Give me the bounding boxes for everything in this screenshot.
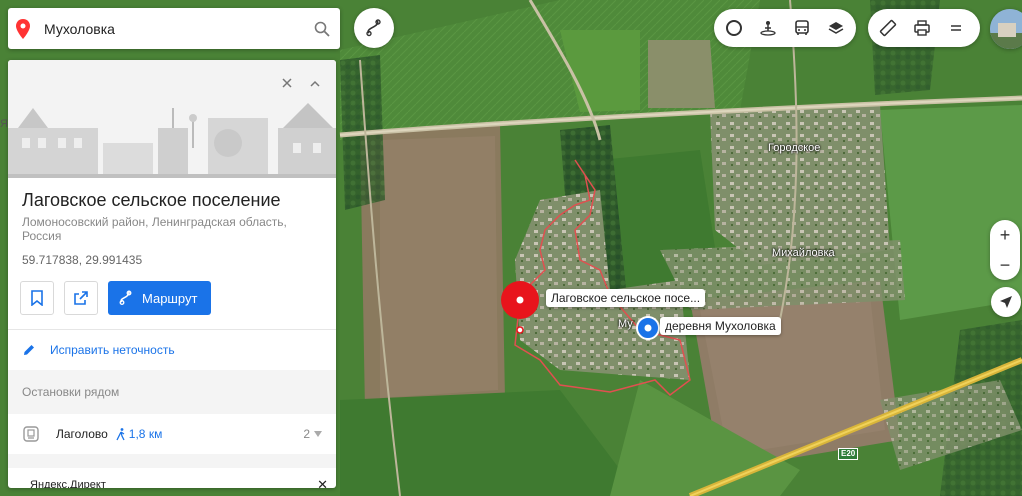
tools-toolbar <box>868 9 980 47</box>
stop-item[interactable]: Лаголово 1,8 км 2 <box>8 414 336 454</box>
place-coordinates[interactable]: 59.717838, 29.991435 <box>22 253 322 267</box>
map-label-edge: Я <box>0 118 8 130</box>
zoom-control: + − <box>990 220 1020 280</box>
fix-inaccuracy-label: Исправить неточность <box>50 343 175 357</box>
village-illustration <box>8 103 336 178</box>
transport-button[interactable] <box>785 9 819 47</box>
red-map-pin[interactable] <box>500 280 540 334</box>
map-pin-icon <box>501 281 539 334</box>
card-gap <box>8 454 336 468</box>
bookmark-button[interactable] <box>20 281 54 315</box>
nearby-stops-heading: Остановки рядом <box>8 370 336 414</box>
ad-row: Яндекс.Директ ✕ <box>8 468 336 488</box>
panorama-button[interactable] <box>751 9 785 47</box>
transport-icon <box>795 20 809 35</box>
place-subtitle: Ломоносовский район, Ленинградская облас… <box>22 215 287 243</box>
place-card: Лаговское сельское поселение Ломоносовск… <box>8 60 336 488</box>
search-icon[interactable] <box>304 21 340 37</box>
close-ad-icon[interactable]: ✕ <box>317 477 328 488</box>
fix-inaccuracy-link[interactable]: Исправить неточность <box>8 330 336 370</box>
layers-toolbar <box>714 9 856 47</box>
route-card-button[interactable]: Маршрут <box>108 281 212 315</box>
yandex-maps-pin-icon[interactable] <box>8 18 38 39</box>
place-illustration <box>8 60 336 178</box>
stop-count-value: 2 <box>303 427 310 441</box>
ad-label: Яндекс.Директ <box>30 479 106 488</box>
route-icon <box>119 290 132 305</box>
stop-distance-value: 1,8 км <box>128 427 163 441</box>
share-icon <box>74 291 88 305</box>
place-title: Лаговское сельское поселение <box>22 190 281 210</box>
bus-stop-icon <box>23 426 39 442</box>
zoom-out-icon[interactable]: − <box>990 250 1020 280</box>
zoom-in-icon[interactable]: + <box>990 220 1020 250</box>
user-avatar[interactable] <box>990 9 1022 49</box>
ruler-button[interactable] <box>871 9 905 47</box>
edit-icon <box>24 345 34 355</box>
print-icon <box>914 20 930 36</box>
place-dot-icon <box>636 316 660 340</box>
walk-icon <box>116 427 125 440</box>
geolocation-icon <box>1000 296 1012 308</box>
layers-icon <box>828 22 844 34</box>
blue-map-pin[interactable] <box>636 316 660 340</box>
geolocation-button[interactable] <box>991 287 1021 317</box>
ruler-icon <box>879 19 897 37</box>
bookmark-icon <box>31 290 43 306</box>
chevron-down-icon <box>314 431 322 437</box>
avatar-image <box>990 9 1022 49</box>
menu-icon <box>951 25 961 31</box>
stop-distance: 1,8 км <box>116 427 163 441</box>
stop-name: Лаголово <box>56 427 108 441</box>
share-button[interactable] <box>64 281 98 315</box>
card-actions: Маршрут <box>20 281 324 315</box>
map-label-gorodskoe: Городское <box>768 142 821 154</box>
route-button-label: Маршрут <box>142 290 198 306</box>
collapse-icon[interactable] <box>310 68 330 88</box>
stop-count[interactable]: 2 <box>303 427 322 441</box>
traffic-icon <box>726 20 742 36</box>
traffic-button[interactable] <box>717 9 751 47</box>
close-icon[interactable] <box>282 68 302 88</box>
road-badge-e20: E20 <box>838 448 859 460</box>
search-bar <box>8 8 340 49</box>
route-icon <box>366 19 381 37</box>
blue-pin-label[interactable]: деревня Мухоловка <box>660 317 781 335</box>
search-input[interactable] <box>38 20 304 37</box>
map-label-mikhailovka: Михайловка <box>772 247 835 259</box>
panorama-icon <box>760 21 776 36</box>
map-label-mu-partial: Му <box>618 318 633 330</box>
print-button[interactable] <box>905 9 939 47</box>
menu-button[interactable] <box>939 9 973 47</box>
route-button[interactable] <box>354 8 394 48</box>
red-pin-label[interactable]: Лаговское сельское посе... <box>546 289 706 307</box>
layers-button[interactable] <box>819 9 853 47</box>
